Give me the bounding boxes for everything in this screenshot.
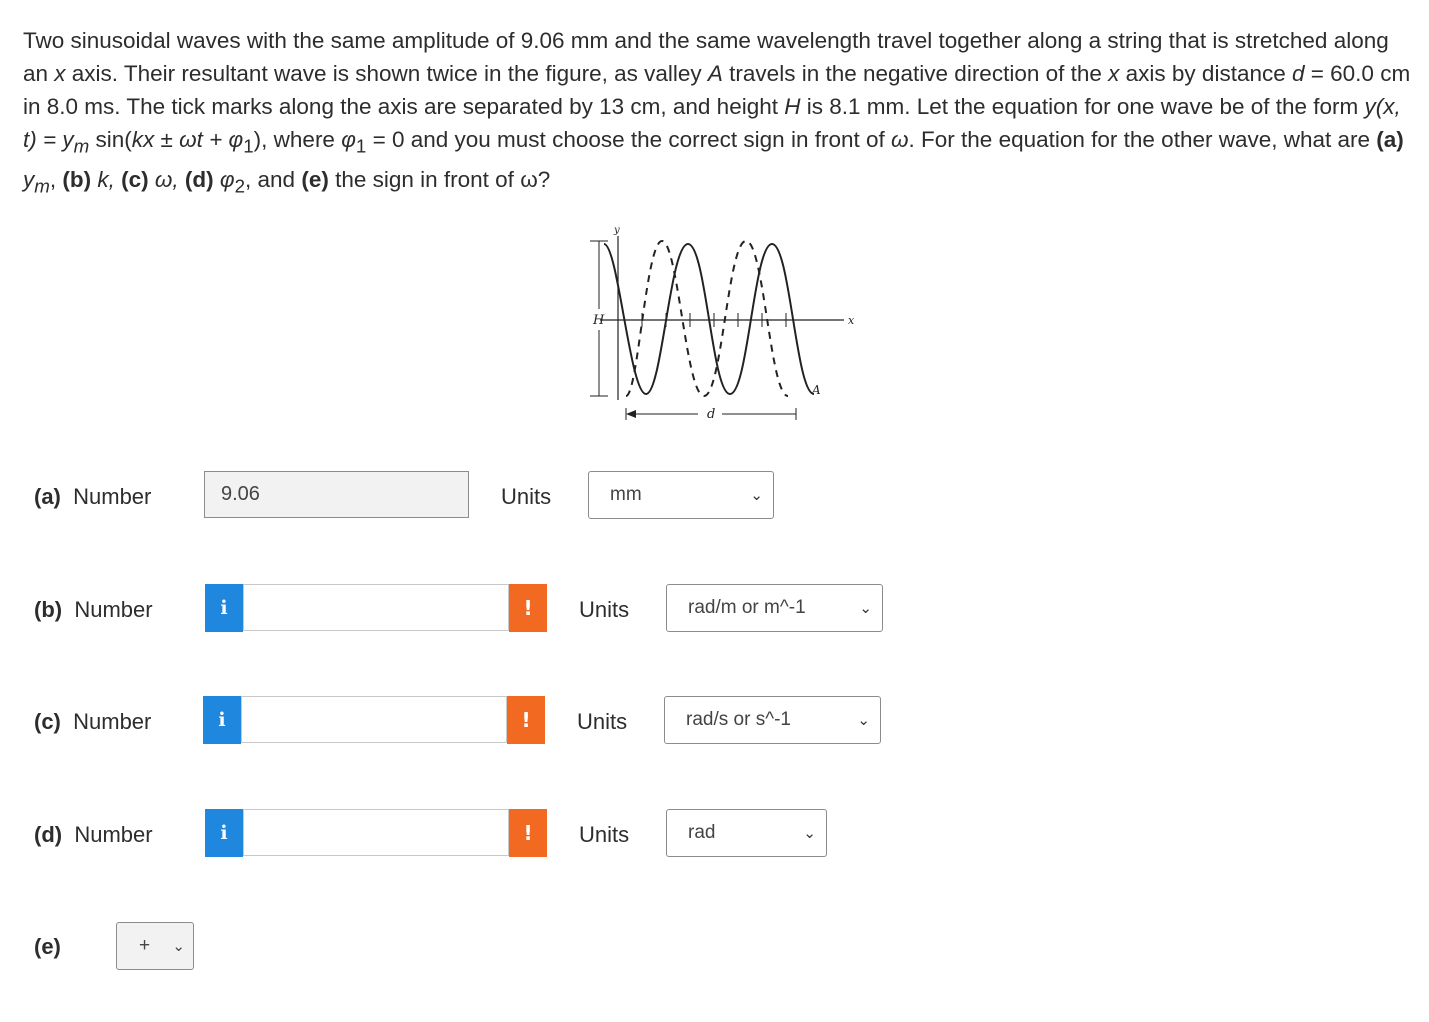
answer-d-input[interactable] xyxy=(243,809,509,856)
answer-c-input[interactable] xyxy=(241,696,507,743)
solid-wave xyxy=(603,242,815,396)
row-e-label: (e) xyxy=(34,934,61,959)
row-c-label: (c) Number xyxy=(34,709,152,734)
sign-select-e[interactable]: + ⌄ xyxy=(116,922,194,970)
warning-icon[interactable]: ! xyxy=(507,696,545,744)
row-b-label: (b) Number xyxy=(34,597,153,622)
chevron-down-icon: ⌄ xyxy=(750,486,763,504)
y-axis-label: y xyxy=(613,225,620,236)
sign-select-e-value: + xyxy=(139,935,151,956)
unit-select-b-value: rad/m or m^-1 xyxy=(688,597,806,618)
dashed-wave xyxy=(625,239,789,398)
unit-select-c-value: rad/s or s^-1 xyxy=(686,709,792,730)
unit-select-b[interactable]: rad/m or m^-1 ⌄ xyxy=(666,584,883,632)
question-text: Two sinusoidal waves with the same ampli… xyxy=(23,28,1411,196)
chevron-down-icon: ⌄ xyxy=(803,824,816,842)
info-icon[interactable]: i xyxy=(205,809,243,857)
distance-label: d xyxy=(707,407,715,422)
answer-a-input[interactable]: 9.06 xyxy=(204,471,469,518)
warning-icon[interactable]: ! xyxy=(509,809,547,857)
unit-select-a-value: mm xyxy=(610,484,642,505)
chevron-down-icon: ⌄ xyxy=(857,711,870,729)
unit-select-a[interactable]: mm ⌄ xyxy=(588,471,774,519)
chevron-down-icon: ⌄ xyxy=(859,599,872,617)
valley-a-label: A xyxy=(811,383,821,397)
distance-arrowhead xyxy=(626,410,636,418)
info-icon[interactable]: i xyxy=(205,584,243,632)
wave-figure: y x H A d xyxy=(590,225,855,422)
row-a-label: (a) Number xyxy=(34,484,152,509)
info-icon[interactable]: i xyxy=(203,696,241,744)
height-label: H xyxy=(592,313,605,328)
row-d-units-label: Units xyxy=(579,822,630,847)
unit-select-d-value: rad xyxy=(688,822,716,843)
unit-select-d[interactable]: rad ⌄ xyxy=(666,809,827,857)
unit-select-c[interactable]: rad/s or s^-1 ⌄ xyxy=(664,696,881,744)
row-b-units-label: Units xyxy=(579,597,630,622)
answer-b-input[interactable] xyxy=(243,584,509,631)
row-c-units-label: Units xyxy=(577,709,628,734)
chevron-down-icon: ⌄ xyxy=(172,937,185,955)
warning-icon[interactable]: ! xyxy=(509,584,547,632)
x-axis-label: x xyxy=(848,314,855,327)
row-d-label: (d) Number xyxy=(34,822,153,847)
row-a-units-label: Units xyxy=(501,484,552,509)
